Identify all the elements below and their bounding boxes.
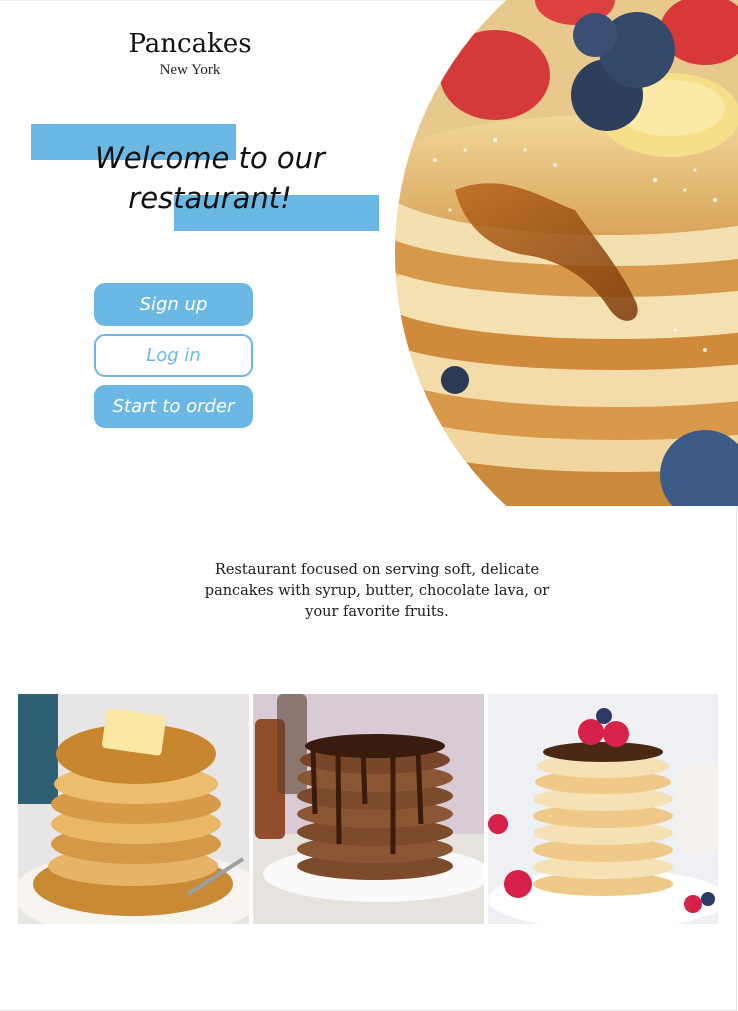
gallery-photo-butter-pancakes <box>18 694 249 924</box>
description-line-2: pancakes with syrup, butter, chocolate l… <box>204 583 550 599</box>
brand-name: Pancakes <box>128 29 252 59</box>
hero-pancake-photo <box>395 0 738 506</box>
brand: Pancakes New York <box>100 28 280 79</box>
welcome-line-1: Welcome to our <box>95 141 325 175</box>
description-line-1: Restaurant focused on serving soft, deli… <box>214 562 540 578</box>
gallery-photo-berry-pancakes <box>488 694 718 924</box>
welcome-heading: Welcome to our restaurant! <box>60 138 360 218</box>
log-in-button[interactable]: Log in <box>94 334 253 377</box>
brand-city: New York <box>159 62 221 78</box>
welcome-line-2: restaurant! <box>128 181 292 215</box>
start-to-order-button[interactable]: Start to order <box>94 385 253 428</box>
restaurant-description: Restaurant focused on serving soft, deli… <box>196 560 558 623</box>
gallery-photo-chocolate-pancakes <box>253 694 484 924</box>
description-line-3: your favorite fruits. <box>305 604 449 620</box>
sign-up-button[interactable]: Sign up <box>94 283 253 326</box>
